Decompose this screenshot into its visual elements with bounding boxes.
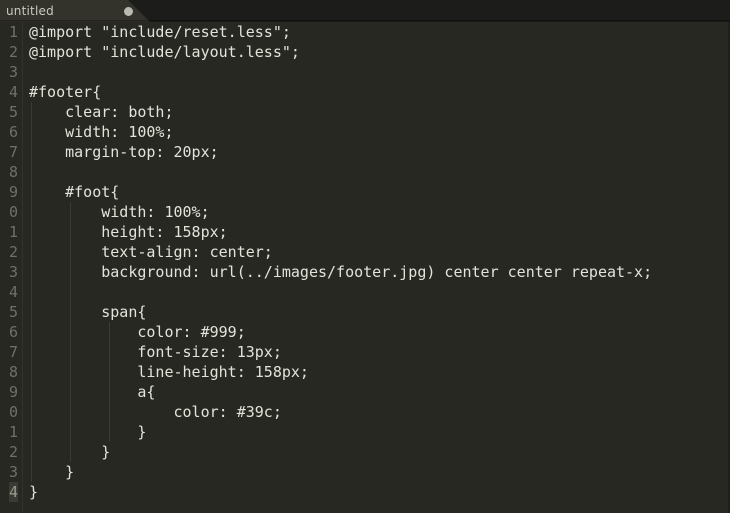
line-number: 1 [8, 223, 18, 241]
code-line[interactable]: color: #39c; [23, 402, 730, 422]
code-line[interactable]: width: 100%; [23, 122, 730, 142]
line-number: 8 [8, 363, 18, 381]
code-line[interactable]: height: 158px; [23, 222, 730, 242]
code-line[interactable]: } [23, 422, 730, 442]
code-line[interactable]: } [23, 442, 730, 462]
code-line[interactable]: text-align: center; [23, 242, 730, 262]
code-line-list: @import "include/reset.less"; @import "in… [23, 22, 730, 502]
line-number: 2 [8, 43, 18, 61]
line-number: 7 [8, 343, 18, 361]
line-number: 6 [8, 323, 18, 341]
line-number: 7 [8, 143, 18, 161]
line-number: 6 [8, 123, 18, 141]
code-line[interactable]: @import "include/layout.less"; [23, 42, 730, 62]
tab-label: untitled [6, 4, 54, 18]
code-line[interactable]: background: url(../images/footer.jpg) ce… [23, 262, 730, 282]
line-number: 3 [8, 463, 18, 481]
code-line[interactable] [23, 282, 730, 302]
code-surface[interactable]: @import "include/reset.less"; @import "in… [23, 22, 730, 513]
line-number-list: 123456789012345678901234 [8, 22, 18, 502]
line-number: 4 [8, 83, 18, 101]
code-line[interactable]: } [23, 482, 730, 502]
line-number: 1 [8, 423, 18, 441]
code-line[interactable]: } [23, 462, 730, 482]
code-line[interactable]: font-size: 13px; [23, 342, 730, 362]
code-line[interactable]: #foot{ [23, 182, 730, 202]
code-line[interactable] [23, 62, 730, 82]
code-line[interactable]: a{ [23, 382, 730, 402]
line-number: 2 [8, 443, 18, 461]
line-number: 9 [8, 183, 18, 201]
editor-area[interactable]: 123456789012345678901234 @import "includ… [0, 22, 730, 513]
code-line[interactable]: color: #999; [23, 322, 730, 342]
code-line[interactable] [23, 162, 730, 182]
code-line[interactable]: span{ [23, 302, 730, 322]
line-number: 1 [8, 23, 18, 41]
line-number: 5 [8, 103, 18, 121]
code-line[interactable]: line-height: 158px; [23, 362, 730, 382]
line-number: 2 [8, 243, 18, 261]
line-number: 5 [8, 303, 18, 321]
code-line[interactable]: margin-top: 20px; [23, 142, 730, 162]
line-number: 0 [8, 403, 18, 421]
line-number: 8 [8, 163, 18, 181]
code-editor-window: untitled 123456789012345678901234 @impor… [0, 0, 730, 513]
line-number: 4 [8, 283, 18, 301]
code-line[interactable]: clear: both; [23, 102, 730, 122]
code-line[interactable]: width: 100%; [23, 202, 730, 222]
line-number: 0 [8, 203, 18, 221]
line-number: 4 [8, 482, 18, 502]
line-number-gutter: 123456789012345678901234 [0, 22, 22, 513]
code-line[interactable]: @import "include/reset.less"; [23, 22, 730, 42]
tab-bar: untitled [0, 0, 730, 22]
line-number: 3 [8, 63, 18, 81]
line-number: 3 [8, 263, 18, 281]
unsaved-dot-icon[interactable] [124, 7, 133, 16]
code-line[interactable]: #footer{ [23, 82, 730, 102]
line-number: 9 [8, 383, 18, 401]
